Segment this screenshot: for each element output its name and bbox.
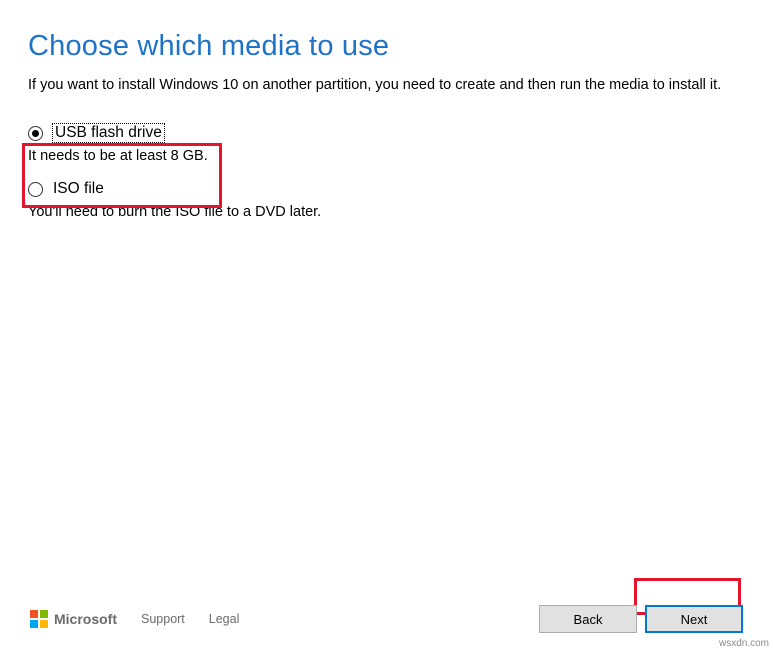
option-iso-label: ISO file: [53, 180, 104, 198]
page-title: Choose which media to use: [28, 30, 745, 63]
media-options: USB flash drive It needs to be at least …: [28, 124, 745, 220]
option-usb-label: USB flash drive: [53, 124, 164, 142]
radio-iso[interactable]: [28, 182, 43, 197]
next-button[interactable]: Next: [645, 605, 743, 633]
microsoft-brand: Microsoft: [30, 610, 117, 628]
back-button[interactable]: Back: [539, 605, 637, 633]
radio-selected-dot-icon: [32, 130, 39, 137]
support-link[interactable]: Support: [141, 612, 185, 626]
option-iso[interactable]: ISO file You'll need to burn the ISO fil…: [28, 180, 745, 220]
watermark: wsxdn.com: [719, 638, 769, 649]
wizard-footer: Microsoft Support Legal Back Next: [0, 605, 773, 633]
radio-usb[interactable]: [28, 126, 43, 141]
option-usb-desc: It needs to be at least 8 GB.: [28, 148, 745, 164]
page-subtext: If you want to install Windows 10 on ano…: [28, 75, 745, 96]
microsoft-logo-icon: [30, 610, 48, 628]
option-usb[interactable]: USB flash drive It needs to be at least …: [28, 124, 745, 164]
microsoft-text: Microsoft: [54, 611, 117, 627]
legal-link[interactable]: Legal: [209, 612, 240, 626]
option-iso-desc: You'll need to burn the ISO file to a DV…: [28, 204, 745, 220]
